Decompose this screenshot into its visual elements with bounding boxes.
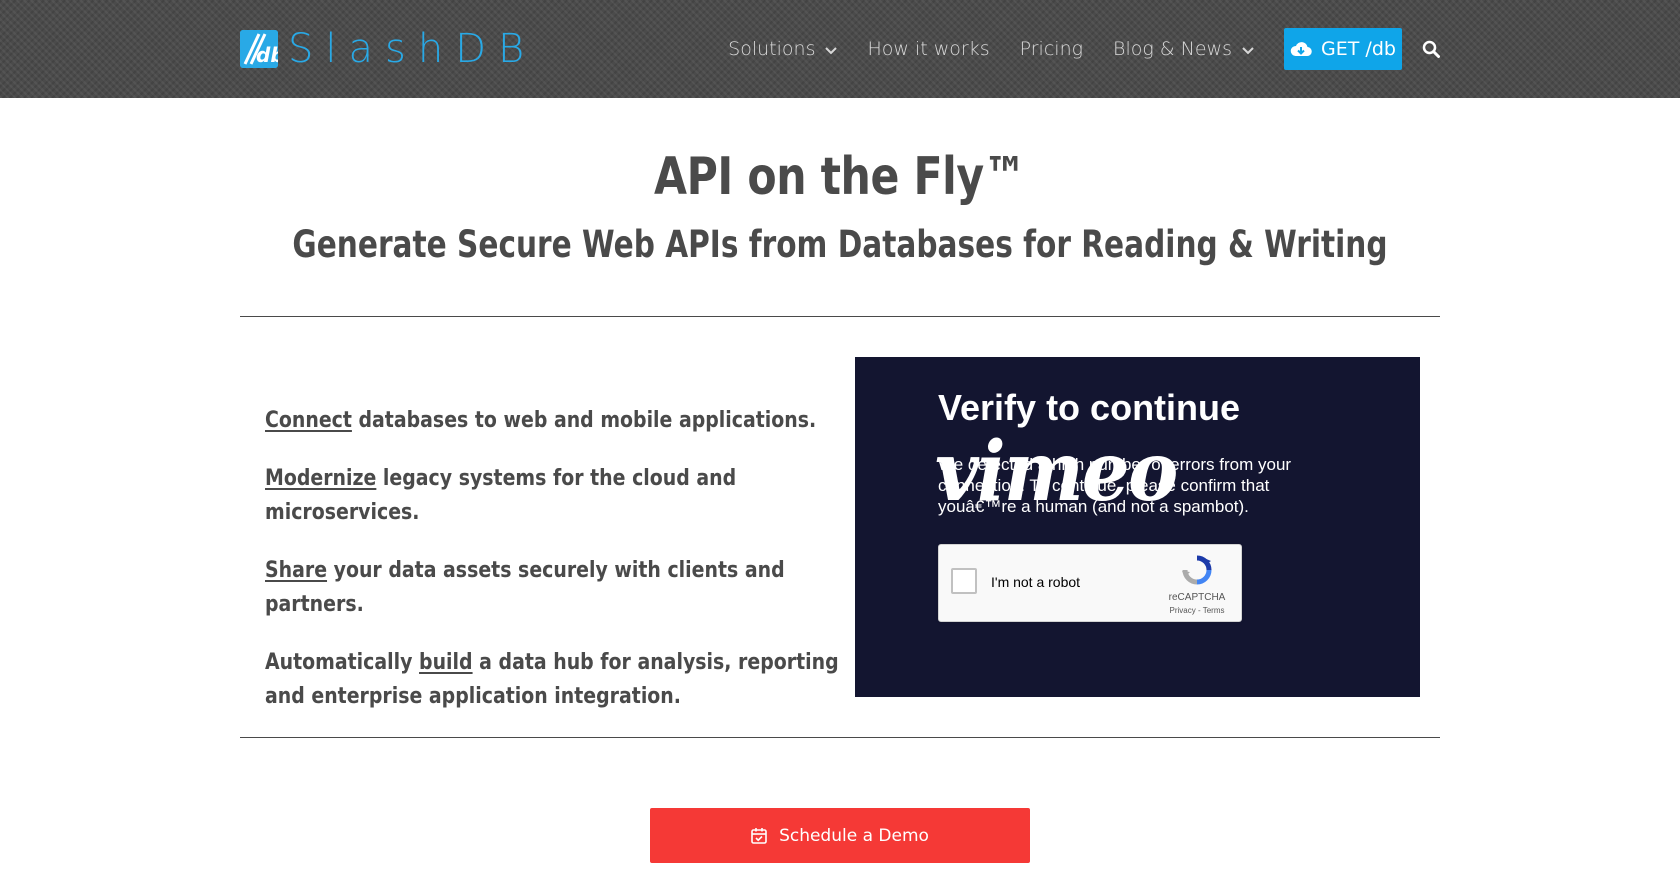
search-icon[interactable] — [1422, 40, 1440, 58]
recaptcha-logo: reCAPTCHA Privacy - Terms — [1165, 555, 1229, 615]
verify-title: Verify to continue — [938, 387, 1241, 428]
feature-keyword-link[interactable]: build — [419, 650, 473, 675]
svg-text:db: db — [256, 43, 278, 67]
nav-solutions[interactable]: Solutions — [728, 38, 838, 60]
recaptcha-widget: I'm not a robot reCAPTCHA Privacy - Term… — [938, 544, 1242, 622]
nav-pricing[interactable]: Pricing — [1020, 38, 1083, 60]
page-title: API on the Fly™ — [654, 147, 1026, 207]
logo-text: SlashDB — [288, 26, 537, 72]
divider — [240, 316, 1440, 317]
recaptcha-label: I'm not a robot — [991, 574, 1081, 590]
feature-item: Share your data assets securely with cli… — [265, 554, 844, 622]
calendar-check-icon — [751, 827, 767, 844]
feature-prefix: Automatically — [265, 650, 420, 675]
feature-item: Automatically build a data hub for analy… — [265, 646, 844, 714]
nav-how-it-works-label: How it works — [867, 38, 990, 60]
schedule-demo-label: Schedule a Demo — [779, 825, 929, 846]
nav-blog-news-label: Blog & News — [1113, 38, 1232, 60]
nav-solutions-label: Solutions — [728, 38, 816, 60]
nav-how-it-works[interactable]: How it works — [867, 38, 989, 60]
feature-keyword-link[interactable]: Connect — [265, 408, 352, 433]
nav-blog-news[interactable]: Blog & News — [1113, 38, 1254, 60]
logo-mark-icon: db — [240, 30, 278, 68]
get-db-label: GET /db — [1321, 38, 1396, 60]
nav-pricing-label: Pricing — [1019, 38, 1084, 60]
page-subtitle: Generate Secure Web APIs from Databases … — [292, 223, 1388, 266]
feature-keyword-link[interactable]: Share — [265, 558, 327, 583]
recaptcha-brand: reCAPTCHA — [1168, 592, 1226, 603]
feature-text: your data assets securely with clients a… — [265, 558, 785, 617]
chevron-down-icon — [825, 38, 838, 60]
feature-item: Modernize legacy systems for the cloud a… — [265, 462, 844, 530]
get-db-button[interactable]: GET /db — [1284, 28, 1402, 70]
schedule-demo-button[interactable]: Schedule a Demo — [650, 808, 1030, 863]
feature-list: Connect databases to web and mobile appl… — [265, 404, 845, 738]
cloud-download-icon — [1290, 41, 1312, 57]
feature-item: Connect databases to web and mobile appl… — [265, 404, 844, 438]
recaptcha-checkbox[interactable] — [951, 568, 977, 594]
recaptcha-terms-link[interactable]: Privacy - Terms — [1165, 606, 1229, 615]
main-nav: Solutions How it works Pricing Blog & Ne… — [728, 28, 1440, 70]
chevron-down-icon — [1242, 38, 1254, 60]
divider — [240, 737, 1440, 738]
feature-keyword-link[interactable]: Modernize — [265, 466, 376, 491]
feature-text: databases to web and mobile applications… — [351, 408, 817, 433]
vimeo-logo: vimeo — [935, 424, 1178, 520]
site-header: db SlashDB Solutions How it works Pricin… — [0, 0, 1680, 98]
site-logo[interactable]: db SlashDB — [240, 29, 536, 69]
video-embed[interactable]: Verify to continue We detected a high nu… — [855, 357, 1420, 697]
recaptcha-icon — [1182, 555, 1212, 585]
